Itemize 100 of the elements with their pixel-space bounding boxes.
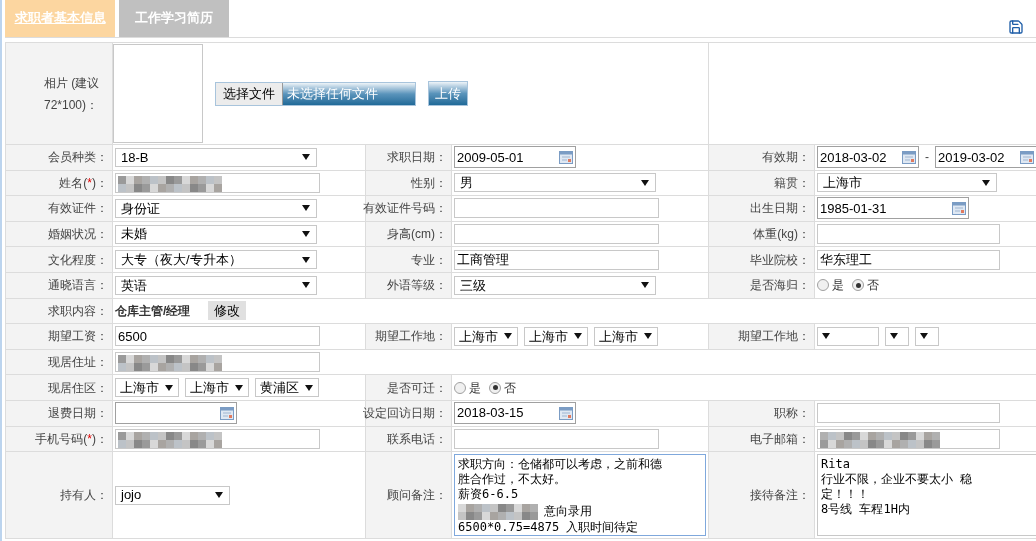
dropdown[interactable]: 上海市 — [817, 173, 997, 193]
notes-field[interactable]: Rita 行业不限，企业不要太小 稳 定！！！ 8号线 车程1H内 — [817, 454, 1036, 537]
dropdown[interactable]: 黄浦区 — [255, 378, 319, 398]
input-field[interactable] — [115, 352, 320, 373]
input-field[interactable] — [454, 198, 659, 219]
date-field[interactable]: 2009-05-01 — [454, 146, 576, 169]
note-line: 8号线 车程1H内 — [821, 502, 910, 518]
radio-button[interactable] — [454, 381, 466, 394]
dropdown[interactable]: 上海市 — [185, 378, 249, 398]
input-field[interactable] — [454, 224, 659, 245]
input-field[interactable]: 6500 — [115, 326, 320, 347]
note-line: Rita — [821, 457, 850, 473]
dropdown[interactable]: 上海市 — [594, 326, 658, 346]
note-line: 6500*0.75=4875 入职时间待定 — [458, 520, 639, 536]
field-label: 求职内容： — [48, 302, 108, 320]
dropdown[interactable]: 英语 — [115, 275, 317, 295]
radio-label: 否 — [504, 379, 516, 397]
dropdown[interactable]: 上海市 — [524, 326, 588, 346]
field-label: 性别： — [411, 174, 447, 192]
caret-icon — [574, 333, 582, 340]
date-field[interactable]: 2018-03-02 — [817, 146, 919, 169]
calendar-icon[interactable] — [902, 150, 916, 164]
field-label: 接待备注： — [750, 487, 810, 505]
caret-icon — [920, 333, 928, 340]
caret-icon — [822, 333, 830, 340]
field-label: 外语等级： — [387, 277, 447, 295]
field-label: 手机号码(*)： — [35, 430, 108, 448]
note-line: 求职方向：仓储都可以考虑，之前和德 — [458, 457, 662, 473]
dropdown[interactable]: 上海市 — [115, 378, 179, 398]
field-label: 文化程度： — [48, 251, 108, 269]
caret-icon — [165, 384, 173, 391]
input-field[interactable]: 工商管理 — [454, 249, 659, 270]
field-label: 体重(kg)： — [753, 226, 810, 244]
field-label: 期望工作地： — [738, 328, 810, 346]
dropdown[interactable]: 身份证 — [115, 199, 317, 218]
caret-icon — [302, 205, 310, 212]
field-label: 相片 (建议72*100)： — [44, 74, 101, 114]
note-line: 定！！！ — [821, 487, 869, 503]
field-label: 现居住区： — [48, 379, 108, 397]
radio-button[interactable] — [852, 279, 864, 292]
dropdown[interactable]: jojo — [115, 485, 230, 505]
calendar-icon[interactable] — [220, 406, 234, 420]
field-label: 通晓语言： — [48, 277, 108, 295]
input-field[interactable] — [817, 224, 1000, 245]
calendar-icon[interactable] — [1020, 150, 1034, 164]
input-field[interactable] — [454, 428, 659, 449]
choose-file-button[interactable]: 选择文件 — [216, 82, 283, 105]
dropdown[interactable]: 未婚 — [115, 224, 317, 244]
dropdown[interactable]: 大专（夜大/专升本） — [115, 250, 317, 270]
caret-icon — [644, 333, 652, 340]
calendar-icon[interactable] — [559, 150, 573, 164]
field-label: 会员种类： — [48, 149, 108, 167]
input-field[interactable] — [817, 428, 1000, 449]
note-line: 胜合作过，不太好。 — [458, 472, 566, 488]
field-label: 设定回访日期： — [363, 405, 447, 423]
date-field[interactable]: 1985-01-31 — [817, 197, 969, 220]
field-label: 身高(cm)： — [387, 226, 447, 244]
field-label: 婚姻状况： — [48, 226, 108, 244]
caret-icon — [641, 282, 649, 289]
calendar-icon[interactable] — [559, 406, 573, 420]
file-field[interactable]: 选择文件 未选择任何文件 — [215, 81, 416, 106]
caret-icon — [302, 231, 310, 238]
radio-button[interactable] — [817, 279, 829, 292]
note-line: 薪资6-6.5 — [458, 487, 519, 503]
field-label: 毕业院校： — [750, 251, 810, 269]
radio-button[interactable] — [489, 381, 501, 394]
caret-icon — [305, 384, 313, 391]
field-label: 联系电话： — [387, 430, 447, 448]
calendar-icon[interactable] — [952, 202, 966, 215]
dropdown[interactable]: 三级 — [454, 275, 656, 295]
field-label: 现居住址： — [48, 354, 108, 372]
field-label: 持有人： — [60, 487, 108, 505]
date-field[interactable] — [115, 402, 237, 425]
date-field[interactable]: 2019-03-02 — [935, 146, 1036, 169]
radio-label: 是 — [469, 379, 481, 397]
field-label: 有效证件号码： — [363, 200, 447, 218]
field-label: 出生日期： — [750, 200, 810, 218]
caret-icon — [641, 179, 649, 186]
field-label: 电子邮箱： — [750, 430, 810, 448]
range-separator: - — [925, 149, 929, 167]
field-label: 姓名(*)： — [59, 174, 108, 192]
input-field[interactable] — [115, 172, 320, 193]
input-field[interactable]: 华东理工 — [817, 249, 1000, 270]
save-icon[interactable] — [1008, 19, 1024, 35]
input-field[interactable] — [115, 428, 320, 449]
dropdown[interactable]: 18-B — [115, 147, 317, 167]
caret-icon — [890, 333, 898, 340]
edit-button[interactable]: 修改 — [208, 301, 247, 321]
dropdown[interactable] — [885, 326, 909, 346]
caret-icon — [982, 179, 990, 186]
input-field[interactable] — [817, 403, 1000, 424]
dropdown[interactable]: 上海市 — [454, 326, 518, 346]
note-line: 意向录用 — [544, 503, 592, 519]
notes-field[interactable]: 求职方向：仓储都可以考虑，之前和德 胜合作过，不太好。 薪资6-6.5 意向录用 6500*0.75=4875 入职时间待定 — [454, 454, 706, 537]
date-field[interactable]: 2018-03-15 — [454, 402, 576, 425]
caret-icon — [302, 154, 310, 161]
caret-icon — [215, 492, 223, 499]
dropdown[interactable] — [915, 326, 939, 346]
caret-icon — [235, 384, 243, 391]
dropdown[interactable]: 男 — [454, 173, 656, 193]
